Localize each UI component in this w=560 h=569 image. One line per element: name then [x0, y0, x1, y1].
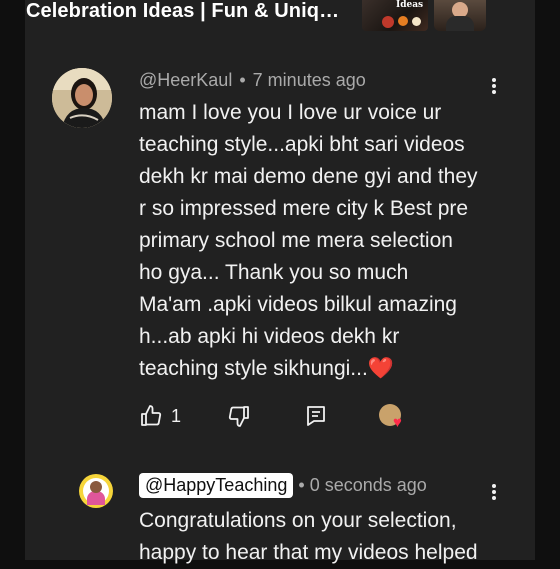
comment-line: r so impressed mere city k Best pre [139, 197, 469, 220]
reply-time[interactable]: 0 seconds ago [310, 475, 427, 495]
comment-line: teaching style sikhungi...❤️ [139, 357, 394, 380]
comment-text: mam I love you I love ur voice ur teachi… [139, 97, 499, 385]
comment-time[interactable]: 7 minutes ago [253, 70, 366, 90]
reply-text: Congratulations on your selection, happy… [139, 505, 519, 569]
video-thumbnail[interactable]: Ideas [362, 0, 428, 31]
reply-line: Congratulations on your selection, [139, 509, 457, 532]
channel-thumbnail[interactable] [434, 0, 486, 31]
like-button[interactable] [139, 404, 163, 428]
comment-line: h...ab apki hi videos dekh kr [139, 325, 400, 348]
thumbnail-decoration [398, 16, 408, 26]
comment-line: ho gya... Thank you so much [139, 261, 409, 284]
meta-separator: • [298, 475, 305, 495]
reply-author-avatar[interactable] [79, 474, 113, 508]
like-count: 1 [171, 406, 182, 426]
thumbnail-decoration [382, 16, 394, 28]
dislike-button[interactable] [227, 404, 251, 428]
reply-button[interactable] [305, 404, 327, 428]
reply-author-chip[interactable]: @HappyTeaching [139, 473, 294, 498]
avatar-figure-body [87, 491, 105, 505]
more-vert-icon[interactable] [484, 76, 504, 96]
avatar-figure-head [90, 481, 102, 493]
video-thumbnails[interactable]: Ideas [362, 0, 486, 31]
comment-line: dekh kr mai demo dene gyi and they [139, 165, 478, 188]
creator-heart-icon: ♥ [393, 414, 402, 431]
thumbnail-decoration [412, 17, 421, 26]
comment-line: mam I love you I love ur voice ur [139, 101, 442, 124]
comment-meta: @HeerKaul • 7 minutes ago [139, 70, 366, 91]
comment-author[interactable]: @HeerKaul [139, 70, 232, 90]
comment-line: teaching style...apki bht sari videos [139, 133, 465, 156]
meta-separator: • [239, 70, 246, 90]
video-title[interactable]: Celebration Ideas | Fun & Uniq… [26, 0, 339, 23]
more-vert-icon[interactable] [484, 482, 504, 502]
reply-line: happy to hear that my videos helped [139, 541, 478, 564]
reply-meta: @HappyTeaching • 0 seconds ago [139, 473, 427, 498]
creator-heart-badge: ♥ [379, 404, 413, 434]
commenter-avatar[interactable] [52, 68, 112, 128]
thumbnail-figure-body [446, 16, 474, 31]
comment-line: Ma'am .apki videos bilkul amazing [139, 293, 457, 316]
comment-line: primary school me mera selection [139, 229, 453, 252]
thumbnail-sticker-text: Ideas [396, 0, 424, 10]
thumbs-up-icon [141, 405, 162, 426]
reply-comment-icon [307, 406, 325, 426]
thumbs-down-icon [228, 406, 249, 427]
